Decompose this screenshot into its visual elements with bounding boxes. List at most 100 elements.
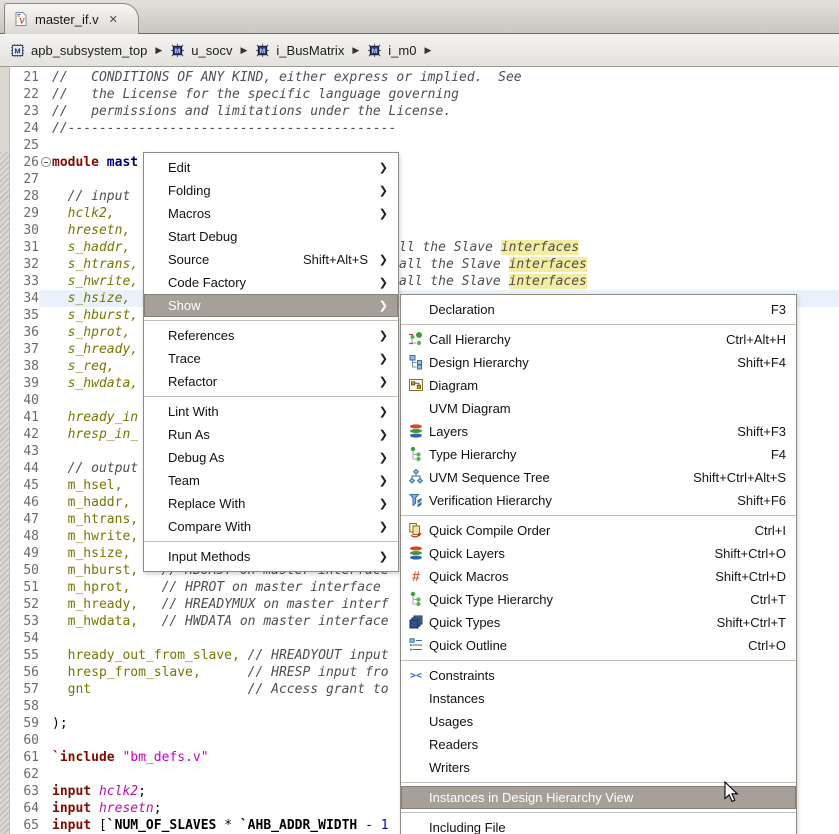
menu-item-quick-types[interactable]: Quick TypesShift+Ctrl+T bbox=[401, 611, 796, 634]
menu-item-trace[interactable]: Trace❯ bbox=[144, 347, 398, 370]
code-text: hclk2, bbox=[52, 205, 115, 222]
menu-item-source[interactable]: SourceShift+Alt+S❯ bbox=[144, 248, 398, 271]
line-number: 34 bbox=[9, 290, 39, 307]
breadcrumb-item-apb-subsystem-top[interactable]: Mapb_subsystem_top bbox=[10, 43, 147, 58]
menu-item-team[interactable]: Team❯ bbox=[144, 469, 398, 492]
code-line[interactable]: 23// permissions and limitations under t… bbox=[0, 103, 839, 120]
line-number: 49 bbox=[9, 545, 39, 562]
menu-item-edit[interactable]: Edit❯ bbox=[144, 156, 398, 179]
menu-item-label: Debug As bbox=[168, 450, 224, 465]
breadcrumb-item-i-m0[interactable]: Mi_m0 bbox=[367, 43, 416, 58]
menu-item-lint-with[interactable]: Lint With❯ bbox=[144, 400, 398, 423]
breadcrumb-item-i-busmatrix[interactable]: Mi_BusMatrix bbox=[255, 43, 344, 58]
menu-item-call-hierarchy[interactable]: Call HierarchyCtrl+Alt+H bbox=[401, 328, 796, 351]
submenu-arrow-icon: ❯ bbox=[376, 428, 388, 441]
line-number: 28 bbox=[9, 188, 39, 205]
code-line[interactable]: 22// the License for the specific langua… bbox=[0, 86, 839, 103]
breadcrumb-label: i_m0 bbox=[388, 43, 416, 58]
menu-item-show[interactable]: Show❯ bbox=[144, 294, 398, 317]
menu-item-writers[interactable]: Writers bbox=[401, 756, 796, 779]
verilog-file-icon: v bbox=[13, 11, 29, 27]
line-number: 22 bbox=[9, 86, 39, 103]
menu-item-references[interactable]: References❯ bbox=[144, 324, 398, 347]
menu-item-replace-with[interactable]: Replace With❯ bbox=[144, 492, 398, 515]
menu-item-quick-outline[interactable]: Quick OutlineCtrl+O bbox=[401, 634, 796, 657]
menu-item-shortcut: Ctrl+O bbox=[724, 638, 786, 653]
menu-item-instances[interactable]: Instances bbox=[401, 687, 796, 710]
menu-item-label: UVM Diagram bbox=[429, 401, 511, 416]
menu-item-label: Diagram bbox=[429, 378, 478, 393]
code-text: m_haddr, bbox=[52, 494, 130, 511]
menu-item-label: Quick Compile Order bbox=[429, 523, 550, 538]
menu-item-including-file[interactable]: Including File bbox=[401, 816, 796, 834]
code-line[interactable]: 28 // input bbox=[0, 188, 839, 205]
menu-item-type-hierarchy[interactable]: Type HierarchyF4 bbox=[401, 443, 796, 466]
menu-item-start-debug[interactable]: Start Debug bbox=[144, 225, 398, 248]
menu-item-folding[interactable]: Folding❯ bbox=[144, 179, 398, 202]
menu-item-input-methods[interactable]: Input Methods❯ bbox=[144, 545, 398, 568]
line-number: 36 bbox=[9, 324, 39, 341]
code-text: m_hprot, // HPROT on master interface bbox=[52, 579, 381, 596]
line-number: 60 bbox=[9, 732, 39, 749]
menu-item-label: Layers bbox=[429, 424, 468, 439]
menu-item-code-factory[interactable]: Code Factory❯ bbox=[144, 271, 398, 294]
menu-item-shortcut: F3 bbox=[747, 302, 786, 317]
tab-close-icon[interactable]: ✕ bbox=[109, 13, 118, 26]
menu-item-run-as[interactable]: Run As❯ bbox=[144, 423, 398, 446]
quick-layers-icon bbox=[408, 545, 424, 561]
line-number: 57 bbox=[9, 681, 39, 698]
code-line[interactable]: 29 hclk2, bbox=[0, 205, 839, 222]
line-number: 52 bbox=[9, 596, 39, 613]
module-chip-icon: M bbox=[10, 43, 25, 58]
submenu-arrow-icon: ❯ bbox=[376, 497, 388, 510]
menu-item-readers[interactable]: Readers bbox=[401, 733, 796, 756]
code-line[interactable]: 21// CONDITIONS OF ANY KIND, either expr… bbox=[0, 69, 839, 86]
tab-master-if[interactable]: v master_if.v ✕ bbox=[4, 3, 139, 34]
code-text: //--------------------------------------… bbox=[52, 120, 396, 137]
breadcrumb-separator-icon: ▶ bbox=[424, 45, 431, 56]
line-number: 58 bbox=[9, 698, 39, 715]
breadcrumb-item-u-socv[interactable]: Mu_socv bbox=[170, 43, 232, 58]
line-number: 46 bbox=[9, 494, 39, 511]
submenu-arrow-icon: ❯ bbox=[376, 299, 388, 312]
menu-separator bbox=[401, 812, 796, 813]
menu-item-label: Instances in Design Hierarchy View bbox=[429, 790, 633, 805]
svg-text:#: # bbox=[412, 568, 420, 584]
menu-item-quick-type-hierarchy[interactable]: Quick Type HierarchyCtrl+T bbox=[401, 588, 796, 611]
menu-item-label: Edit bbox=[168, 160, 190, 175]
fold-collapse-icon[interactable] bbox=[41, 157, 51, 167]
line-number: 39 bbox=[9, 375, 39, 392]
menu-item-compare-with[interactable]: Compare With❯ bbox=[144, 515, 398, 538]
code-line[interactable]: 26module mast bbox=[0, 154, 839, 171]
menu-item-macros[interactable]: Macros❯ bbox=[144, 202, 398, 225]
code-line[interactable]: 27 bbox=[0, 171, 839, 188]
menu-item-label: Code Factory bbox=[168, 275, 246, 290]
menu-item-uvm-diagram[interactable]: UVM Diagram bbox=[401, 397, 796, 420]
menu-item-label: Quick Macros bbox=[429, 569, 508, 584]
menu-item-debug-as[interactable]: Debug As❯ bbox=[144, 446, 398, 469]
menu-item-label: Start Debug bbox=[168, 229, 237, 244]
line-number: 61 bbox=[9, 749, 39, 766]
menu-item-quick-macros[interactable]: #Quick MacrosShift+Ctrl+D bbox=[401, 565, 796, 588]
menu-item-constraints[interactable]: ><Constraints bbox=[401, 664, 796, 687]
menu-item-declaration[interactable]: DeclarationF3 bbox=[401, 298, 796, 321]
line-number: 33 bbox=[9, 273, 39, 290]
menu-item-uvm-sequence-tree[interactable]: UVM Sequence TreeShift+Ctrl+Alt+S bbox=[401, 466, 796, 489]
mouse-cursor bbox=[724, 781, 739, 803]
code-text: hresp_from_slave, // HRESP input fro bbox=[52, 664, 389, 681]
menu-item-shortcut: Ctrl+I bbox=[731, 523, 786, 538]
code-line[interactable]: 30 hresetn, bbox=[0, 222, 839, 239]
menu-item-usages[interactable]: Usages bbox=[401, 710, 796, 733]
instance-chip-icon: M bbox=[170, 43, 185, 58]
menu-item-refactor[interactable]: Refactor❯ bbox=[144, 370, 398, 393]
code-line[interactable]: 25 bbox=[0, 137, 839, 154]
menu-item-diagram[interactable]: Diagram bbox=[401, 374, 796, 397]
menu-item-quick-layers[interactable]: Quick LayersShift+Ctrl+O bbox=[401, 542, 796, 565]
svg-text:M: M bbox=[175, 48, 181, 55]
menu-item-verification-hierarchy[interactable]: Verification HierarchyShift+F6 bbox=[401, 489, 796, 512]
menu-item-quick-compile-order[interactable]: Quick Compile Order Ctrl+I bbox=[401, 519, 796, 542]
menu-item-layers[interactable]: LayersShift+F3 bbox=[401, 420, 796, 443]
code-line[interactable]: 24//------------------------------------… bbox=[0, 120, 839, 137]
menu-item-design-hierarchy[interactable]: Design HierarchyShift+F4 bbox=[401, 351, 796, 374]
submenu-arrow-icon: ❯ bbox=[376, 474, 388, 487]
